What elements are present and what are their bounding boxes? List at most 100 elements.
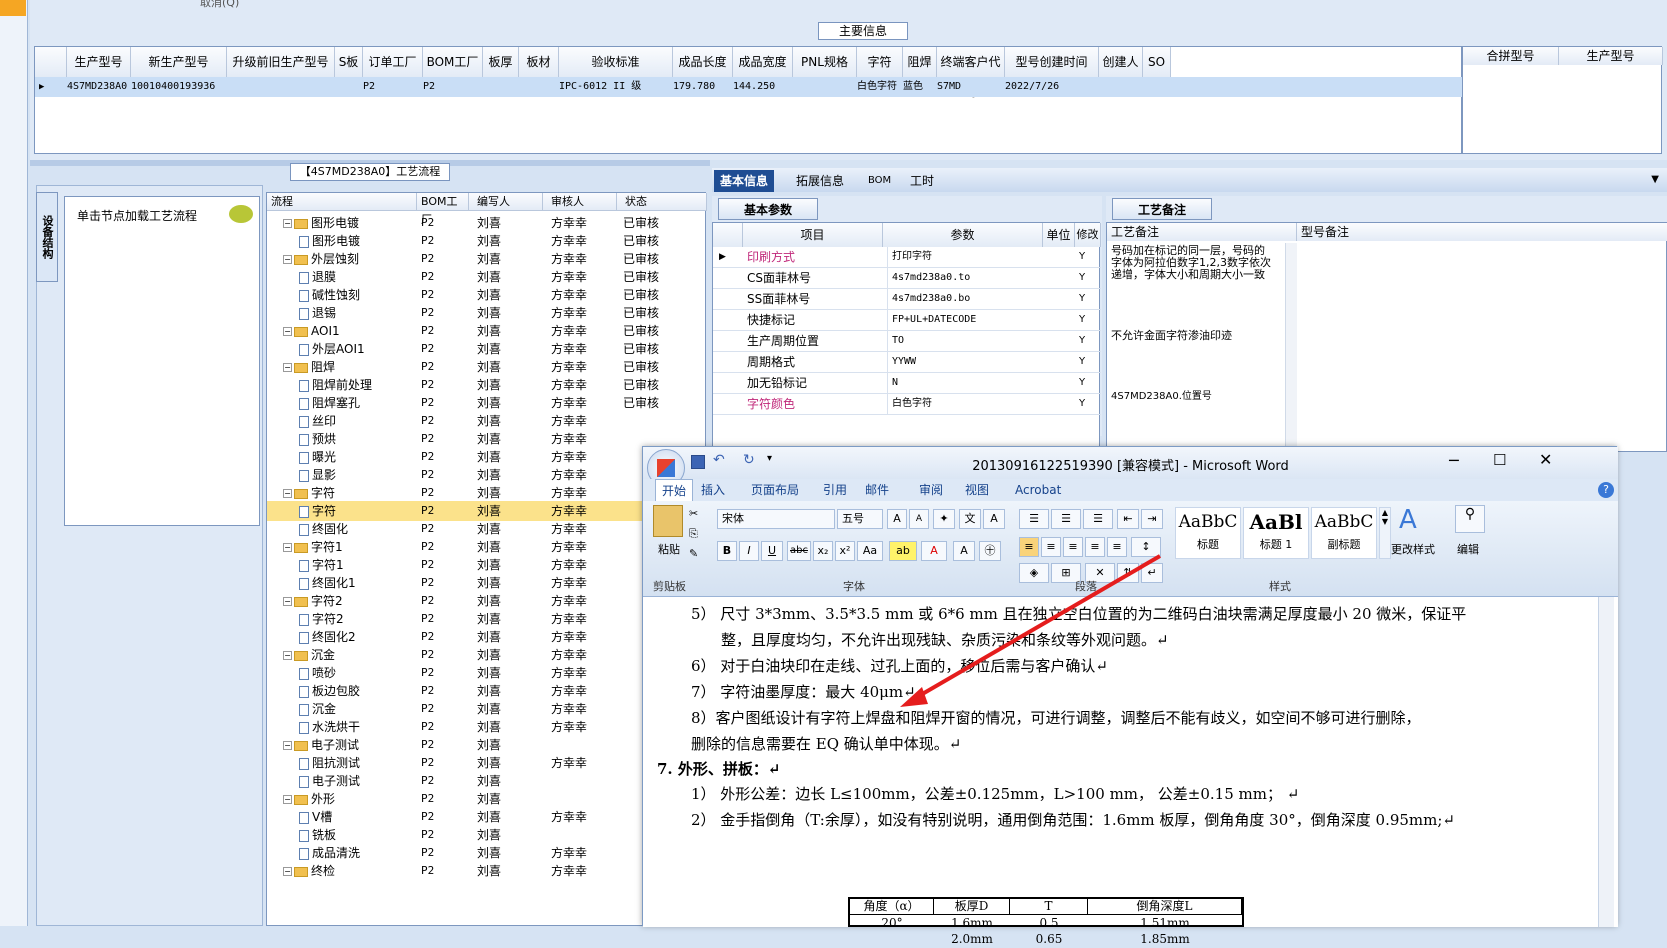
tree-row-31[interactable]: 电子测试 P2 刘喜 (267, 771, 707, 791)
craft-scrollbar[interactable] (1285, 243, 1297, 453)
numbering-icon[interactable]: ☰ (1051, 509, 1081, 529)
doc-scrollbar[interactable] (1598, 597, 1614, 927)
align-left-icon[interactable]: ≡ (1019, 537, 1039, 557)
ribbon-tab-7[interactable]: Acrobat (1015, 479, 1061, 501)
ribbon-tab-6[interactable]: 视图 (965, 479, 989, 501)
expand-icon[interactable]: − (283, 255, 292, 264)
param-value[interactable]: TO (887, 331, 1037, 351)
tree-row-1[interactable]: 图形电镀 P2 刘喜 方幸幸 已审核 (267, 231, 707, 251)
grid1-cell-0[interactable]: 4S7MD238A0 (65, 77, 129, 97)
char-border-icon[interactable]: A (983, 509, 1005, 529)
tree-row-26[interactable]: 板边包胶 P2 刘喜 方幸幸 (267, 681, 707, 701)
shrink-font-icon[interactable]: A (909, 509, 929, 529)
tree-row-7[interactable]: 外层AOI1 P2 刘喜 方幸幸 已审核 (267, 339, 707, 359)
tree-row-13[interactable]: 曝光 P2 刘喜 方幸幸 (267, 447, 707, 467)
tree-row-33[interactable]: V槽 P2 刘喜 方幸幸 (267, 807, 707, 827)
change-styles-icon[interactable]: A (1399, 505, 1417, 535)
format-painter-icon[interactable]: ✎ (689, 547, 698, 560)
dropdown-arrow-icon[interactable]: ▼ (1651, 174, 1659, 185)
grid1-cell-4[interactable]: P2 (361, 77, 421, 97)
tree-row-9[interactable]: 阻焊前处理 P2 刘喜 方幸幸 已审核 (267, 375, 707, 395)
change-styles-button[interactable]: 更改样式 (1391, 541, 1435, 557)
distribute-icon[interactable]: ≡ (1107, 537, 1127, 557)
change-case-icon[interactable]: Aa (857, 541, 883, 561)
tree-row-15[interactable]: − 字符 P2 刘喜 方幸幸 (267, 483, 707, 503)
tree-row-34[interactable]: 铣板 P2 刘喜 (267, 825, 707, 845)
param-value[interactable]: 4s7md238a0.bo (887, 289, 1037, 309)
tree-row-27[interactable]: 沉金 P2 刘喜 方幸幸 (267, 699, 707, 719)
grid1-cell-3[interactable] (333, 77, 361, 97)
align-center-icon[interactable]: ≡ (1041, 537, 1061, 557)
param-row-3[interactable]: 快捷标记 FP+UL+DATECODE Y (713, 310, 1101, 331)
style-title[interactable]: AaBbC 标题 (1175, 507, 1241, 559)
grid1-cell-16[interactable] (1097, 77, 1141, 97)
style-heading1[interactable]: AaBl 标题 1 (1243, 507, 1309, 559)
style-scroll[interactable]: ▲ ▼ (1379, 507, 1391, 559)
load-process-box[interactable]: 单击节点加载工艺流程 (64, 196, 260, 526)
help-icon[interactable]: ? (1598, 482, 1614, 498)
clear-format-icon[interactable]: ✦ (933, 509, 955, 529)
param-row-6[interactable]: 加无铅标记 N Y (713, 373, 1101, 394)
tab-extended-info[interactable]: 拓展信息 (790, 170, 850, 192)
align-right-icon[interactable]: ≡ (1063, 537, 1083, 557)
tree-row-17[interactable]: 终固化 P2 刘喜 方幸幸 (267, 519, 707, 539)
param-value[interactable]: N (887, 373, 1037, 393)
maximize-icon[interactable]: ☐ (1493, 451, 1506, 469)
tree-row-5[interactable]: 退锡 P2 刘喜 方幸幸 已审核 (267, 303, 707, 323)
expand-icon[interactable]: − (283, 543, 292, 552)
grid1-cell-8[interactable]: IPC-6012 II 级 (557, 77, 671, 97)
shading-icon[interactable]: ◈ (1019, 563, 1049, 583)
decrease-indent-icon[interactable]: ⇤ (1117, 509, 1139, 529)
style-subtitle[interactable]: AaBbC 副标题 (1311, 507, 1377, 559)
param-row-0[interactable]: ▶ 印刷方式 打印字符 Y (713, 247, 1101, 268)
param-row-4[interactable]: 生产周期位置 TO Y (713, 331, 1101, 352)
grid1-cell-15[interactable]: 2022/7/26 (1003, 77, 1097, 97)
font-name-select[interactable]: 宋体 (717, 509, 835, 529)
ribbon-tab-4[interactable]: 邮件 (865, 479, 889, 501)
ribbon-tab-3[interactable]: 引用 (823, 479, 847, 501)
find-icon[interactable]: ⚲ (1455, 505, 1485, 533)
copy-icon[interactable]: ⎘ (689, 527, 698, 541)
tree-row-32[interactable]: − 外形 P2 刘喜 (267, 789, 707, 809)
tree-row-2[interactable]: − 外层蚀刻 P2 刘喜 方幸幸 已审核 (267, 249, 707, 269)
line-spacing-icon[interactable]: ↕ (1131, 537, 1161, 557)
justify-icon[interactable]: ≡ (1085, 537, 1105, 557)
tab-work-hours[interactable]: 工时 (904, 170, 940, 192)
main-info-grid[interactable]: 生产型号 新生产型号 升级前旧生产型号 S板 订单工厂 BOM工厂 板厚 板材 验收标准 成品长度… (34, 46, 1463, 154)
tree-row-21[interactable]: − 字符2 P2 刘喜 方幸幸 (267, 591, 707, 611)
tree-row-36[interactable]: − 终检 P2 刘喜 方幸幸 (267, 861, 707, 881)
tree-row-35[interactable]: 成品清洗 P2 刘喜 方幸幸 (267, 843, 707, 863)
expand-icon[interactable]: − (283, 651, 292, 660)
tree-row-10[interactable]: 阻焊塞孔 P2 刘喜 方幸幸 已审核 (267, 393, 707, 413)
show-marks-icon[interactable]: ↵ (1141, 563, 1163, 583)
grid1-cell-5[interactable]: P2 (421, 77, 481, 97)
multilevel-list-icon[interactable]: ☰ (1083, 509, 1113, 529)
tree-row-22[interactable]: 字符2 P2 刘喜 方幸幸 (267, 609, 707, 629)
tree-row-20[interactable]: 终固化1 P2 刘喜 方幸幸 (267, 573, 707, 593)
underline-icon[interactable]: U (761, 541, 783, 561)
bold-icon[interactable]: B (717, 541, 737, 561)
main-info-row[interactable]: ▶ 4S7MD238A0 10010400193936 P2 P2 IPC-6012 I… (35, 77, 1463, 97)
merge-grid[interactable]: 合拼型号 生产型号 (1462, 46, 1663, 154)
craft-grid[interactable]: 工艺备注 型号备注 号码加在标记的同一层，号码的字体为阿拉伯数字1,2,3数字依… (1106, 222, 1667, 453)
tree-row-0[interactable]: − 图形电镀 P2 刘喜 方幸幸 已审核 (267, 213, 707, 233)
expand-icon[interactable]: − (283, 741, 292, 750)
grid1-cell-2[interactable] (225, 77, 333, 97)
expand-icon[interactable]: − (283, 489, 292, 498)
superscript-icon[interactable]: x² (835, 541, 855, 561)
tree-row-6[interactable]: − AOI1 P2 刘喜 方幸幸 已审核 (267, 321, 707, 341)
param-value[interactable]: 打印字符 (887, 247, 1037, 267)
document-area[interactable]: 5） 尺寸 3*3mm、3.5*3.5 mm 或 6*6 mm 且在独立空白位置… (643, 597, 1618, 946)
ribbon-tab-5[interactable]: 审阅 (919, 479, 943, 501)
phonetic-icon[interactable]: 文 (959, 509, 981, 529)
param-grid[interactable]: 项目 参数 单位 修改 ▶ 印刷方式 打印字符 Y CS面菲林号 4s7md238a0.t… (712, 222, 1101, 452)
cut-icon[interactable]: ✂ (689, 507, 698, 520)
increase-indent-icon[interactable]: ⇥ (1141, 509, 1163, 529)
param-value[interactable]: 白色字符 (887, 394, 1037, 414)
enclose-char-icon[interactable]: ㊉ (979, 541, 1001, 561)
subscript-icon[interactable]: x₂ (813, 541, 833, 561)
ribbon-tab-0[interactable]: 开始 (655, 479, 694, 501)
grid1-cell-6[interactable] (481, 77, 517, 97)
strikethrough-icon[interactable]: abc (787, 541, 811, 561)
param-row-5[interactable]: 周期格式 YYWW Y (713, 352, 1101, 373)
